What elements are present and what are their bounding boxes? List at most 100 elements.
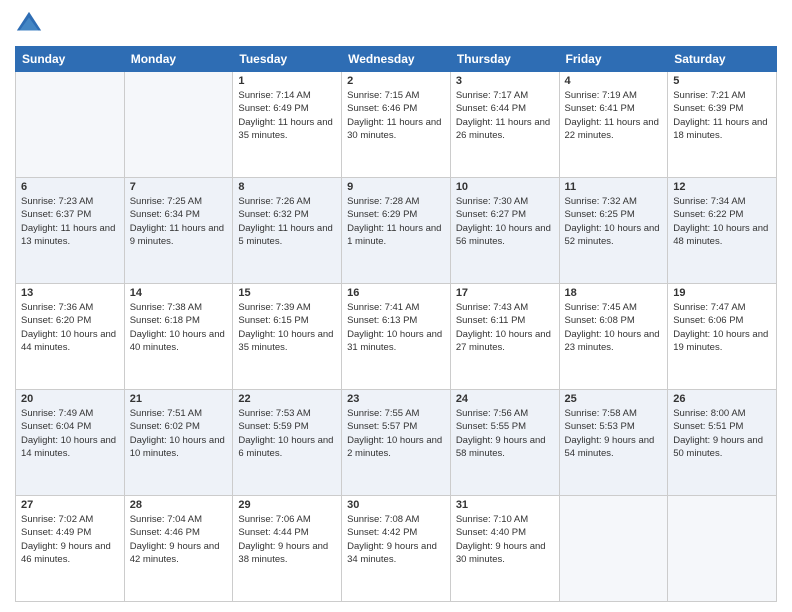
day-number: 9 — [347, 181, 445, 193]
cell-content: Sunrise: 7:32 AMSunset: 6:25 PMDaylight:… — [565, 195, 663, 248]
sunrise-text: Sunrise: 7:02 AM — [21, 513, 119, 526]
sunset-text: Sunset: 4:49 PM — [21, 526, 119, 539]
calendar-cell: 15Sunrise: 7:39 AMSunset: 6:15 PMDayligh… — [233, 284, 342, 390]
sunrise-text: Sunrise: 7:06 AM — [238, 513, 336, 526]
sunrise-text: Sunrise: 7:30 AM — [456, 195, 554, 208]
sunrise-text: Sunrise: 7:26 AM — [238, 195, 336, 208]
daylight-text: Daylight: 9 hours and 42 minutes. — [130, 540, 228, 567]
calendar-cell: 5Sunrise: 7:21 AMSunset: 6:39 PMDaylight… — [668, 72, 777, 178]
day-number: 8 — [238, 181, 336, 193]
cell-content: Sunrise: 7:06 AMSunset: 4:44 PMDaylight:… — [238, 513, 336, 566]
daylight-text: Daylight: 9 hours and 54 minutes. — [565, 434, 663, 461]
sunrise-text: Sunrise: 7:15 AM — [347, 89, 445, 102]
cell-content: Sunrise: 7:15 AMSunset: 6:46 PMDaylight:… — [347, 89, 445, 142]
day-number: 25 — [565, 393, 663, 405]
sunset-text: Sunset: 5:57 PM — [347, 420, 445, 433]
calendar-cell — [559, 496, 668, 602]
daylight-text: Daylight: 9 hours and 46 minutes. — [21, 540, 119, 567]
daylight-text: Daylight: 10 hours and 48 minutes. — [673, 222, 771, 249]
cell-content: Sunrise: 7:10 AMSunset: 4:40 PMDaylight:… — [456, 513, 554, 566]
sunset-text: Sunset: 6:39 PM — [673, 102, 771, 115]
sunrise-text: Sunrise: 7:10 AM — [456, 513, 554, 526]
sunrise-text: Sunrise: 7:17 AM — [456, 89, 554, 102]
daylight-text: Daylight: 9 hours and 34 minutes. — [347, 540, 445, 567]
header — [15, 10, 777, 38]
calendar-cell: 8Sunrise: 7:26 AMSunset: 6:32 PMDaylight… — [233, 178, 342, 284]
day-number: 29 — [238, 499, 336, 511]
cell-content: Sunrise: 7:43 AMSunset: 6:11 PMDaylight:… — [456, 301, 554, 354]
calendar-cell: 4 Sunrise: 7:19 AMSunset: 6:41 PMDaylight… — [559, 72, 668, 178]
day-number: 13 — [21, 287, 119, 299]
sunrise-text: Sunrise: 7:39 AM — [238, 301, 336, 314]
day-number: 22 — [238, 393, 336, 405]
calendar-cell: 19Sunrise: 7:47 AMSunset: 6:06 PMDayligh… — [668, 284, 777, 390]
sunrise-text: Sunrise: 7:19 AM — [565, 89, 663, 102]
sunset-text: Sunset: 6:15 PM — [238, 314, 336, 327]
daylight-text: Daylight: 9 hours and 58 minutes. — [456, 434, 554, 461]
sunrise-text: Sunrise: 7:08 AM — [347, 513, 445, 526]
sunset-text: Sunset: 6:29 PM — [347, 208, 445, 221]
daylight-text: Daylight: 11 hours and 22 minutes. — [565, 116, 663, 143]
day-number: 27 — [21, 499, 119, 511]
day-number: 20 — [21, 393, 119, 405]
sunset-text: Sunset: 6:22 PM — [673, 208, 771, 221]
calendar-cell: 24Sunrise: 7:56 AMSunset: 5:55 PMDayligh… — [450, 390, 559, 496]
cell-content: Sunrise: 7:19 AMSunset: 6:41 PMDaylight:… — [565, 89, 663, 142]
day-number: 14 — [130, 287, 228, 299]
calendar-week-row: 1Sunrise: 7:14 AMSunset: 6:49 PMDaylight… — [16, 72, 777, 178]
calendar-cell: 30Sunrise: 7:08 AMSunset: 4:42 PMDayligh… — [342, 496, 451, 602]
cell-content: Sunrise: 7:28 AMSunset: 6:29 PMDaylight:… — [347, 195, 445, 248]
sunrise-text: Sunrise: 7:36 AM — [21, 301, 119, 314]
sunset-text: Sunset: 6:11 PM — [456, 314, 554, 327]
weekday-header: Monday — [124, 47, 233, 72]
sunrise-text: Sunrise: 7:45 AM — [565, 301, 663, 314]
day-number: 26 — [673, 393, 771, 405]
day-number: 3 — [456, 75, 554, 87]
day-number: 12 — [673, 181, 771, 193]
calendar-cell: 12 Sunrise: 7:34 AMSunset: 6:22 PMDayligh… — [668, 178, 777, 284]
daylight-text: Daylight: 10 hours and 56 minutes. — [456, 222, 554, 249]
day-number: 16 — [347, 287, 445, 299]
daylight-text: Daylight: 10 hours and 6 minutes. — [238, 434, 336, 461]
calendar-cell: 31 Sunrise: 7:10 AMSunset: 4:40 PMDayligh… — [450, 496, 559, 602]
sunrise-text: Sunrise: 7:32 AM — [565, 195, 663, 208]
cell-content: Sunrise: 7:58 AMSunset: 5:53 PMDaylight:… — [565, 407, 663, 460]
day-number: 17 — [456, 287, 554, 299]
day-number: 6 — [21, 181, 119, 193]
day-number: 31 — [456, 499, 554, 511]
sunset-text: Sunset: 6:37 PM — [21, 208, 119, 221]
sunrise-text: Sunrise: 8:00 AM — [673, 407, 771, 420]
daylight-text: Daylight: 10 hours and 19 minutes. — [673, 328, 771, 355]
calendar-week-row: 6Sunrise: 7:23 AMSunset: 6:37 PMDaylight… — [16, 178, 777, 284]
sunset-text: Sunset: 5:53 PM — [565, 420, 663, 433]
sunset-text: Sunset: 6:34 PM — [130, 208, 228, 221]
daylight-text: Daylight: 11 hours and 1 minute. — [347, 222, 445, 249]
day-number: 10 — [456, 181, 554, 193]
calendar-cell: 18Sunrise: 7:45 AMSunset: 6:08 PMDayligh… — [559, 284, 668, 390]
day-number: 18 — [565, 287, 663, 299]
weekday-header: Friday — [559, 47, 668, 72]
calendar-cell: 6Sunrise: 7:23 AMSunset: 6:37 PMDaylight… — [16, 178, 125, 284]
day-number: 7 — [130, 181, 228, 193]
sunset-text: Sunset: 6:20 PM — [21, 314, 119, 327]
calendar-cell: 28Sunrise: 7:04 AMSunset: 4:46 PMDayligh… — [124, 496, 233, 602]
calendar-week-row: 20Sunrise: 7:49 AMSunset: 6:04 PMDayligh… — [16, 390, 777, 496]
sunset-text: Sunset: 6:08 PM — [565, 314, 663, 327]
daylight-text: Daylight: 10 hours and 2 minutes. — [347, 434, 445, 461]
sunrise-text: Sunrise: 7:49 AM — [21, 407, 119, 420]
day-number: 5 — [673, 75, 771, 87]
calendar-week-row: 13 Sunrise: 7:36 AMSunset: 6:20 PM Dayligh… — [16, 284, 777, 390]
sunrise-text: Sunrise: 7:56 AM — [456, 407, 554, 420]
sunset-text: Sunset: 4:46 PM — [130, 526, 228, 539]
daylight-text: Daylight: 11 hours and 26 minutes. — [456, 116, 554, 143]
daylight-text: Daylight: 9 hours and 38 minutes. — [238, 540, 336, 567]
sunrise-text: Sunrise: 7:34 AM — [673, 195, 771, 208]
daylight-text: Daylight: 10 hours and 52 minutes. — [565, 222, 663, 249]
calendar-week-row: 27Sunrise: 7:02 AMSunset: 4:49 PMDayligh… — [16, 496, 777, 602]
day-number: 4 — [565, 75, 663, 87]
calendar-cell: 9 Sunrise: 7:28 AMSunset: 6:29 PMDaylight… — [342, 178, 451, 284]
weekday-header: Thursday — [450, 47, 559, 72]
calendar-cell: 7Sunrise: 7:25 AMSunset: 6:34 PMDaylight… — [124, 178, 233, 284]
cell-content: Sunrise: 8:00 AMSunset: 5:51 PMDaylight:… — [673, 407, 771, 460]
sunset-text: Sunset: 5:55 PM — [456, 420, 554, 433]
